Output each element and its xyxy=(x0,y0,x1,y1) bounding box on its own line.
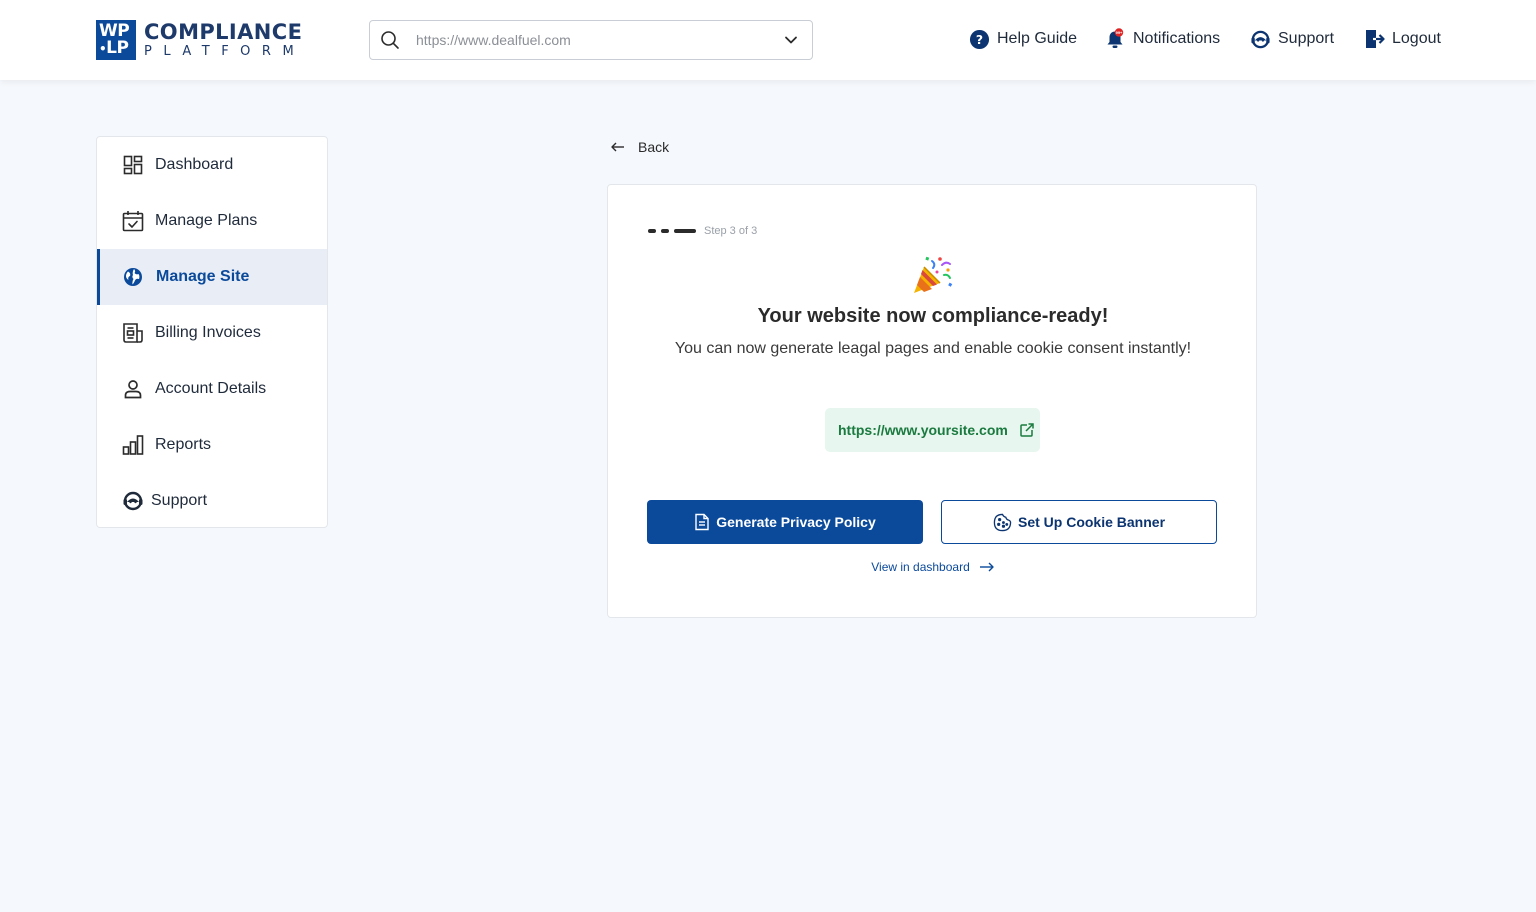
sidebar-item-dashboard[interactable]: Dashboard xyxy=(97,137,327,193)
help-guide-link[interactable]: ? Help Guide xyxy=(969,28,1077,50)
support-label: Support xyxy=(1278,30,1335,47)
back-label: Back xyxy=(638,139,670,155)
notifications-link[interactable]: 99+ Notifications xyxy=(1104,28,1220,50)
svg-text:?: ? xyxy=(976,31,983,46)
site-selector-value: https://www.dealfuel.com xyxy=(416,32,571,48)
step-progress: Step 3 of 3 xyxy=(648,225,757,237)
site-selector[interactable]: https://www.dealfuel.com xyxy=(369,20,813,60)
headset-icon xyxy=(121,489,145,513)
headset-icon xyxy=(1250,29,1271,50)
sidebar-item-reports[interactable]: Reports xyxy=(97,417,327,473)
bell-icon: 99+ xyxy=(1104,28,1126,50)
bar-chart-icon xyxy=(121,433,145,457)
success-subtitle: You can now generate leagal pages and en… xyxy=(674,340,1192,357)
logout-label: Logout xyxy=(1392,30,1441,47)
step-indicator-3 xyxy=(674,229,696,233)
help-guide-label: Help Guide xyxy=(997,30,1078,47)
sidebar-item-label: Billing Invoices xyxy=(155,324,261,341)
sidebar-item-label: Manage Plans xyxy=(155,212,258,229)
logo-title: COMPLIANCE xyxy=(144,19,303,44)
invoice-icon xyxy=(121,321,145,345)
back-link[interactable]: Back xyxy=(610,139,669,155)
arrow-left-icon xyxy=(610,139,626,155)
brand-logo[interactable]: WP •LP COMPLIANCE PLATFORM xyxy=(96,20,305,60)
sidebar-item-label: Account Details xyxy=(155,380,267,397)
user-icon xyxy=(121,377,145,401)
set-up-cookie-banner-button[interactable]: Set Up Cookie Banner xyxy=(941,500,1217,544)
step-text: Step 3 of 3 xyxy=(704,225,758,237)
external-link-icon xyxy=(1019,422,1035,438)
logout-link[interactable]: Logout xyxy=(1364,28,1441,50)
sidebar-item-billing-invoices[interactable]: Billing Invoices xyxy=(97,305,327,361)
view-in-dashboard-label: View in dashboard xyxy=(871,560,970,574)
sidebar-item-label: Dashboard xyxy=(155,156,234,173)
view-in-dashboard-link[interactable]: View in dashboard xyxy=(608,560,1258,574)
sidebar: Dashboard Manage Plans Manage Site Billi… xyxy=(96,136,328,528)
notifications-label: Notifications xyxy=(1133,30,1221,47)
sidebar-item-manage-plans[interactable]: Manage Plans xyxy=(97,193,327,249)
globe-icon xyxy=(121,265,145,289)
step-indicator-2 xyxy=(661,229,669,233)
sidebar-item-support[interactable]: Support xyxy=(97,473,327,529)
step-indicator-1 xyxy=(648,229,656,233)
sidebar-item-account-details[interactable]: Account Details xyxy=(97,361,327,417)
cookie-icon xyxy=(993,513,1012,532)
site-url-link[interactable]: https://www.yoursite.com xyxy=(825,408,1040,452)
sidebar-item-manage-site[interactable]: Manage Site xyxy=(97,249,327,305)
success-card: Step 3 of 3 Your website now compliance-… xyxy=(607,184,1257,618)
sidebar-item-label: Support xyxy=(151,492,208,509)
dashboard-icon xyxy=(121,153,145,177)
calendar-check-icon xyxy=(121,209,145,233)
logo-mark: WP •LP xyxy=(96,20,136,60)
notifications-badge: 99+ xyxy=(1115,30,1123,35)
logo-text: COMPLIANCE PLATFORM xyxy=(144,21,305,60)
generate-privacy-policy-button[interactable]: Generate Privacy Policy xyxy=(647,500,923,544)
logout-icon xyxy=(1364,28,1385,50)
sidebar-item-label: Manage Site xyxy=(156,268,250,285)
set-up-cookie-banner-label: Set Up Cookie Banner xyxy=(1017,514,1166,530)
help-circle-icon: ? xyxy=(969,29,990,50)
success-title: Your website now compliance-ready! xyxy=(757,305,1109,327)
party-popper-icon xyxy=(910,255,954,297)
site-url-text: https://www.yoursite.com xyxy=(838,422,1008,438)
support-link[interactable]: Support xyxy=(1250,28,1334,50)
top-header: WP •LP COMPLIANCE PLATFORM https://www.d… xyxy=(0,0,1536,80)
search-icon xyxy=(380,30,400,55)
sidebar-item-label: Reports xyxy=(155,436,212,453)
chevron-down-icon[interactable] xyxy=(782,31,800,54)
logo-subtitle: PLATFORM xyxy=(144,43,306,59)
document-icon xyxy=(694,513,710,531)
arrow-right-icon xyxy=(979,560,995,574)
generate-privacy-policy-label: Generate Privacy Policy xyxy=(716,514,876,530)
